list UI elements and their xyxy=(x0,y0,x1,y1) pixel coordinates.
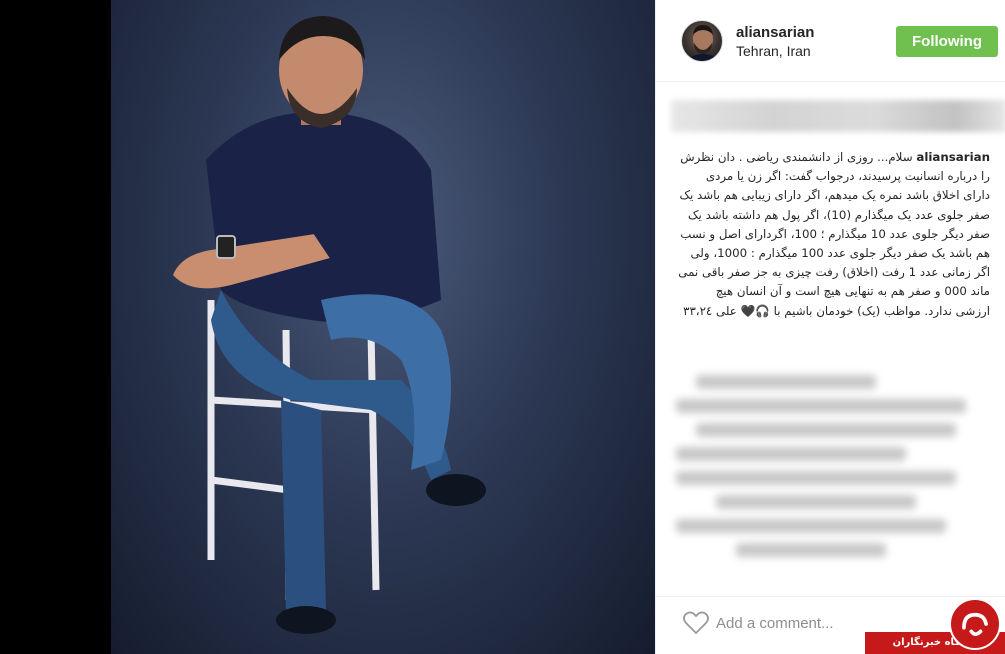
avatar[interactable] xyxy=(681,20,723,62)
watermark-glyph-icon xyxy=(962,612,988,636)
avatar-icon xyxy=(687,25,719,61)
location[interactable]: Tehran, Iran xyxy=(736,43,811,59)
post-side-panel: aliansarian Tehran, Iran Following alian… xyxy=(655,0,1005,654)
username[interactable]: aliansarian xyxy=(736,24,814,41)
post-caption: aliansarian سلام... روزی از دانشمندی ریا… xyxy=(678,148,990,321)
photo-pane xyxy=(0,0,655,654)
watermark-circle-icon xyxy=(949,598,1001,650)
post-header: aliansarian Tehran, Iran Following xyxy=(656,0,1005,82)
blurred-comments xyxy=(676,365,976,585)
following-button[interactable]: Following xyxy=(896,26,998,57)
photo-illustration xyxy=(173,16,486,634)
blurred-likes xyxy=(671,100,1005,132)
post-photo[interactable] xyxy=(111,0,655,654)
caption-username[interactable]: aliansarian xyxy=(916,150,990,164)
heart-icon[interactable] xyxy=(683,611,709,635)
watermark-logo: باشگاه خبرنگاران xyxy=(865,594,1005,654)
caption-text: سلام... روزی از دانشمندی ریاضی . دان نظر… xyxy=(678,150,990,318)
